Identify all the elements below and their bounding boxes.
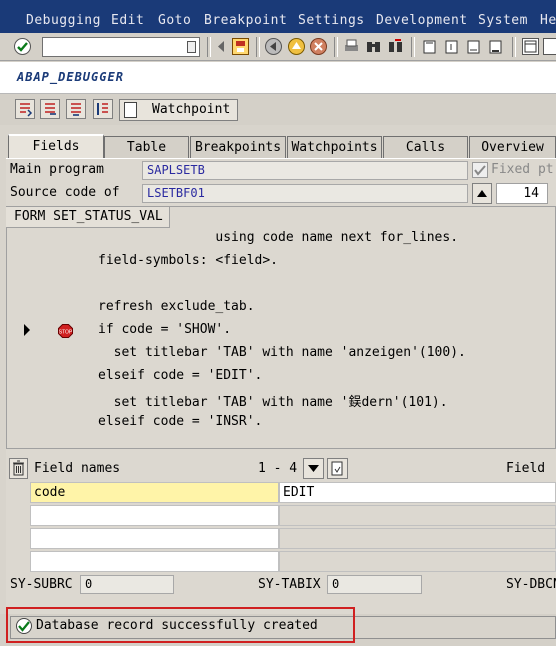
field-name-cell[interactable]: code — [30, 482, 279, 503]
previous-page-icon[interactable] — [443, 38, 460, 55]
continue-button[interactable] — [93, 99, 113, 119]
first-page-icon[interactable] — [421, 38, 438, 55]
last-page-icon[interactable] — [487, 38, 504, 55]
menu-system[interactable]: System — [478, 13, 528, 28]
system-toolbar — [0, 33, 556, 61]
field-name-cell[interactable] — [30, 551, 279, 572]
document-icon — [124, 102, 137, 118]
sy-subrc-field: 0 — [80, 575, 174, 594]
field-column-label: Field — [506, 461, 546, 476]
toolbar-separator — [256, 37, 260, 57]
sy-tabix-label: SY-TABIX — [258, 577, 321, 592]
main-program-field: SAPLSETB — [142, 161, 468, 180]
find-next-icon[interactable] — [387, 38, 404, 55]
toolbar-separator — [411, 37, 415, 57]
code-line: using code name next for_lines. — [98, 230, 459, 245]
current-line-arrow-icon — [22, 323, 32, 337]
toolbar-separator — [207, 37, 211, 57]
code-line: set titlebar 'TAB' with name '鋘dern'(101… — [98, 395, 448, 410]
tab-table[interactable]: Table — [104, 136, 189, 158]
back-arrow-icon[interactable] — [213, 38, 230, 55]
menu-breakpoint[interactable]: Breakpoint — [204, 13, 287, 28]
page-title: ABAP_DEBUGGER — [17, 70, 124, 84]
page-down-button[interactable] — [327, 458, 348, 479]
sy-dbcnt-label: SY-DBCN — [506, 577, 556, 592]
toolbar-separator — [334, 37, 338, 57]
code-line: field-symbols: <field>. — [98, 253, 279, 268]
print-icon[interactable] — [343, 38, 360, 55]
stop-breakpoint-icon[interactable]: STOP — [58, 324, 73, 338]
next-page-icon[interactable] — [465, 38, 482, 55]
cancel-icon[interactable] — [310, 38, 327, 55]
watchpoint-label: Watchpoint — [152, 102, 231, 117]
main-program-label: Main program — [10, 162, 104, 177]
range-dropdown-button[interactable] — [303, 458, 324, 479]
tab-overview[interactable]: Overview — [469, 136, 556, 158]
menu-development[interactable]: Development — [376, 13, 468, 28]
field-value-cell — [279, 551, 556, 572]
menu-bar: Debugging Edit Goto Breakpoint Settings … — [0, 0, 556, 33]
sy-tabix-field: 0 — [327, 575, 422, 594]
code-line: set titlebar 'TAB' with name 'anzeigen'(… — [98, 345, 466, 360]
field-value-cell — [279, 505, 556, 526]
command-field[interactable] — [42, 37, 200, 57]
line-number-field[interactable]: 14 — [496, 183, 548, 204]
source-code-field: LSETBF01 — [142, 184, 468, 203]
source-code-label: Source code of — [10, 185, 120, 200]
field-names-label: Field names — [34, 461, 121, 476]
field-name-cell[interactable] — [30, 505, 279, 526]
code-line: elseif code = 'INSR'. — [98, 414, 263, 429]
return-button[interactable] — [66, 99, 86, 119]
status-message: Database record successfully created — [36, 618, 318, 633]
code-line: refresh exclude_tab. — [98, 299, 255, 314]
menu-debugging[interactable]: Debugging — [26, 13, 101, 28]
field-range: 1 - 4 — [258, 461, 298, 476]
fixed-pt-label: Fixed pt — [491, 162, 554, 177]
back-icon[interactable] — [265, 38, 282, 55]
single-step-button[interactable] — [15, 99, 35, 119]
find-icon[interactable] — [365, 38, 382, 55]
command-history-icon[interactable] — [187, 41, 196, 53]
tab-breakpoints[interactable]: Breakpoints — [190, 136, 286, 158]
tab-watchpoints[interactable]: Watchpoints — [287, 136, 382, 158]
success-check-icon — [16, 618, 32, 634]
scroll-up-button[interactable] — [472, 183, 492, 204]
shortcut-icon[interactable] — [543, 38, 556, 55]
stop-text: STOP — [59, 330, 73, 336]
code-line-current: if code = 'SHOW'. — [98, 322, 232, 337]
tab-calls[interactable]: Calls — [383, 136, 468, 158]
enter-check-icon[interactable] — [14, 38, 31, 55]
execute-button[interactable] — [40, 99, 60, 119]
field-value-cell — [279, 528, 556, 549]
application-toolbar — [0, 95, 556, 216]
code-header: FORM SET_STATUS_VAL — [6, 207, 170, 228]
menu-goto[interactable]: Goto — [158, 13, 191, 28]
code-line: elseif code = 'EDIT'. — [98, 368, 263, 383]
field-value-cell[interactable]: EDIT — [279, 482, 556, 503]
delete-field-button[interactable] — [9, 458, 28, 479]
fixed-pt-checkbox[interactable] — [472, 162, 488, 178]
toolbar-separator — [512, 37, 516, 57]
menu-edit[interactable]: Edit — [111, 13, 144, 28]
form-name: FORM SET_STATUS_VAL — [14, 209, 163, 224]
menu-help[interactable]: He — [540, 13, 556, 28]
new-session-icon[interactable] — [522, 38, 539, 55]
title-bar: ABAP_DEBUGGER — [0, 62, 556, 94]
exit-icon[interactable] — [288, 38, 305, 55]
sy-subrc-label: SY-SUBRC — [10, 577, 73, 592]
save-icon[interactable] — [232, 38, 249, 55]
watchpoint-button[interactable]: Watchpoint — [119, 99, 238, 121]
tab-fields[interactable]: Fields — [8, 134, 104, 159]
field-name-cell[interactable] — [30, 528, 279, 549]
menu-settings[interactable]: Settings — [298, 13, 365, 28]
